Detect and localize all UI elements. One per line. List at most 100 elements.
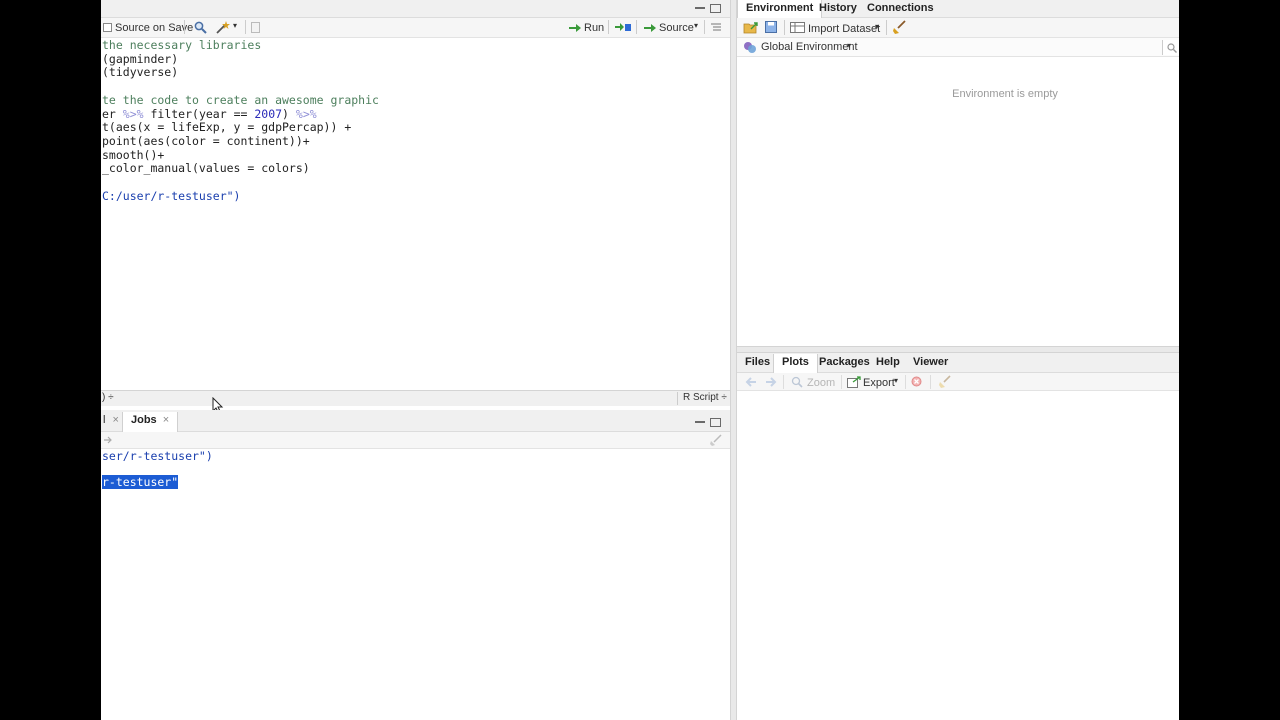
tab-viewer[interactable]: Viewer: [905, 354, 956, 372]
import-dataset-button[interactable]: Import Dataset: [808, 23, 880, 35]
toolbar-divider: [608, 20, 609, 34]
code-tools-dropdown-icon[interactable]: ▾: [233, 21, 237, 30]
environment-empty-message: Environment is empty: [952, 88, 1058, 100]
code-token: ): [282, 107, 296, 121]
tab-jobs[interactable]: Jobs ×: [122, 412, 179, 432]
vertical-splitter[interactable]: [730, 0, 737, 720]
files-tab-bar: Files Plots Packages Help Viewer: [737, 352, 1179, 374]
global-environment-selector[interactable]: Global Environment: [761, 41, 858, 53]
code-token: (gapminder): [102, 52, 179, 66]
go-to-directory-icon[interactable]: [103, 435, 113, 445]
r-environment-icon: [744, 42, 756, 53]
editor-status-bar: ) ÷ R Script ÷: [101, 390, 730, 406]
scope-dropdown-icon[interactable]: ▾: [847, 41, 851, 50]
toolbar-divider: [636, 20, 637, 34]
cursor-position[interactable]: ) ÷: [102, 392, 114, 403]
save-workspace-icon[interactable]: [765, 21, 777, 33]
source-arrow-icon[interactable]: [643, 23, 657, 33]
tab-label: Jobs: [131, 414, 157, 426]
run-button[interactable]: Run: [584, 22, 604, 34]
environment-tab-bar: Environment History Connections: [737, 0, 1179, 18]
code-token: er: [102, 107, 123, 121]
code-line[interactable]: t(aes(x = lifeExp, y = gdpPercap)) +: [102, 120, 351, 134]
open-folder-icon[interactable]: [743, 21, 759, 34]
toolbar-divider: [784, 20, 785, 35]
code-line[interactable]: the necessary libraries: [102, 38, 261, 52]
minimize-pane-icon[interactable]: [695, 420, 705, 423]
console-line[interactable]: ser/r-testuser"): [102, 449, 213, 464]
plots-toolbar: Zoom Export ▾: [737, 373, 1179, 391]
export-dropdown-icon[interactable]: ▾: [894, 376, 898, 385]
code-tools-wand-icon[interactable]: [215, 20, 231, 35]
remove-plot-icon[interactable]: [911, 376, 922, 387]
previous-plot-icon[interactable]: [745, 377, 757, 387]
search-icon[interactable]: [194, 21, 207, 34]
toolbar-divider: [783, 375, 784, 389]
tab-help[interactable]: Help: [868, 354, 908, 372]
code-editor[interactable]: the necessary libraries (gapminder) (tidyv…: [101, 38, 730, 390]
console-line[interactable]: r-testuser": [102, 475, 179, 490]
code-line[interactable]: te the code to create an awesome graphic: [102, 93, 379, 107]
console-tab-bar: l × Jobs ×: [101, 410, 730, 432]
zoom-button[interactable]: Zoom: [807, 377, 835, 389]
code-token: the necessary libraries: [102, 38, 262, 52]
next-plot-icon[interactable]: [765, 377, 777, 387]
rerun-icon[interactable]: [614, 22, 632, 33]
source-button[interactable]: Source: [659, 22, 694, 34]
code-line[interactable]: C:/user/r-testuser"): [102, 189, 240, 203]
code-line[interactable]: er %>% filter(year == 2007) %>%: [102, 107, 317, 121]
tab-connections[interactable]: Connections: [859, 0, 942, 18]
code-token: filter(year ==: [143, 107, 255, 121]
clear-workspace-broom-icon[interactable]: [892, 20, 907, 35]
code-line[interactable]: (tidyverse): [102, 65, 178, 79]
tab-terminal[interactable]: l ×: [101, 412, 121, 430]
document-outline-icon[interactable]: [710, 22, 722, 33]
code-line[interactable]: _color_manual(values = colors): [102, 161, 310, 175]
code-token: te the code to create an awesome graphic: [102, 93, 379, 107]
clear-console-broom-icon[interactable]: [709, 434, 723, 446]
compile-report-icon[interactable]: [251, 22, 260, 33]
code-line[interactable]: point(aes(color = continent))+: [102, 134, 310, 148]
toolbar-divider: [886, 20, 887, 35]
toolbar-divider: [841, 375, 842, 389]
console-toolbar: [101, 432, 730, 449]
console-pane: l × Jobs × ser/r-testuser") r-testuser": [101, 408, 730, 720]
selected-text: r-testuser": [102, 475, 179, 489]
source-on-save-label: Source on Save: [115, 22, 194, 34]
source-dropdown-icon[interactable]: ▾: [694, 21, 698, 30]
editor-toolbar: Source on Save ▾ Run Source ▾: [101, 18, 730, 38]
code-token: %>%: [122, 107, 144, 121]
clear-plots-broom-icon[interactable]: [938, 375, 952, 389]
tab-label: l: [103, 414, 106, 426]
code-token: (tidyverse): [102, 65, 179, 79]
source-on-save-checkbox[interactable]: [103, 23, 112, 32]
import-dataset-dropdown-icon[interactable]: ▾: [875, 22, 879, 31]
code-line[interactable]: smooth()+: [102, 148, 164, 162]
code-token: _color_manual(values = colors): [102, 161, 310, 175]
environment-scope-bar: Global Environment ▾: [737, 38, 1179, 57]
search-icon: [1167, 43, 1177, 53]
code-token: 2007: [254, 107, 283, 121]
environment-toolbar: Import Dataset ▾: [737, 18, 1179, 38]
files-plots-pane: Files Plots Packages Help Viewer Zoom Ex…: [737, 352, 1179, 720]
toolbar-divider: [905, 375, 906, 389]
close-tab-icon[interactable]: ×: [113, 414, 119, 426]
console-text: ser/r-testuser"): [102, 449, 213, 463]
maximize-pane-icon[interactable]: [710, 418, 721, 427]
file-type-selector[interactable]: R Script ÷: [683, 392, 727, 403]
zoom-magnifier-icon[interactable]: [791, 376, 803, 388]
tab-environment[interactable]: Environment: [737, 0, 823, 18]
code-line[interactable]: (gapminder): [102, 52, 178, 66]
console-output[interactable]: ser/r-testuser") r-testuser": [101, 449, 730, 720]
maximize-pane-icon[interactable]: [710, 4, 721, 13]
tab-files[interactable]: Files: [737, 354, 778, 372]
code-token: C:/user/r-testuser"): [102, 189, 241, 203]
import-dataset-icon[interactable]: [790, 22, 805, 33]
toolbar-divider: [930, 375, 931, 389]
minimize-pane-icon[interactable]: [695, 6, 705, 9]
tab-history[interactable]: History: [811, 0, 865, 18]
close-tab-icon[interactable]: ×: [163, 414, 169, 426]
export-button[interactable]: Export: [863, 377, 895, 389]
export-icon[interactable]: [847, 376, 861, 388]
run-arrow-icon[interactable]: [568, 23, 582, 33]
